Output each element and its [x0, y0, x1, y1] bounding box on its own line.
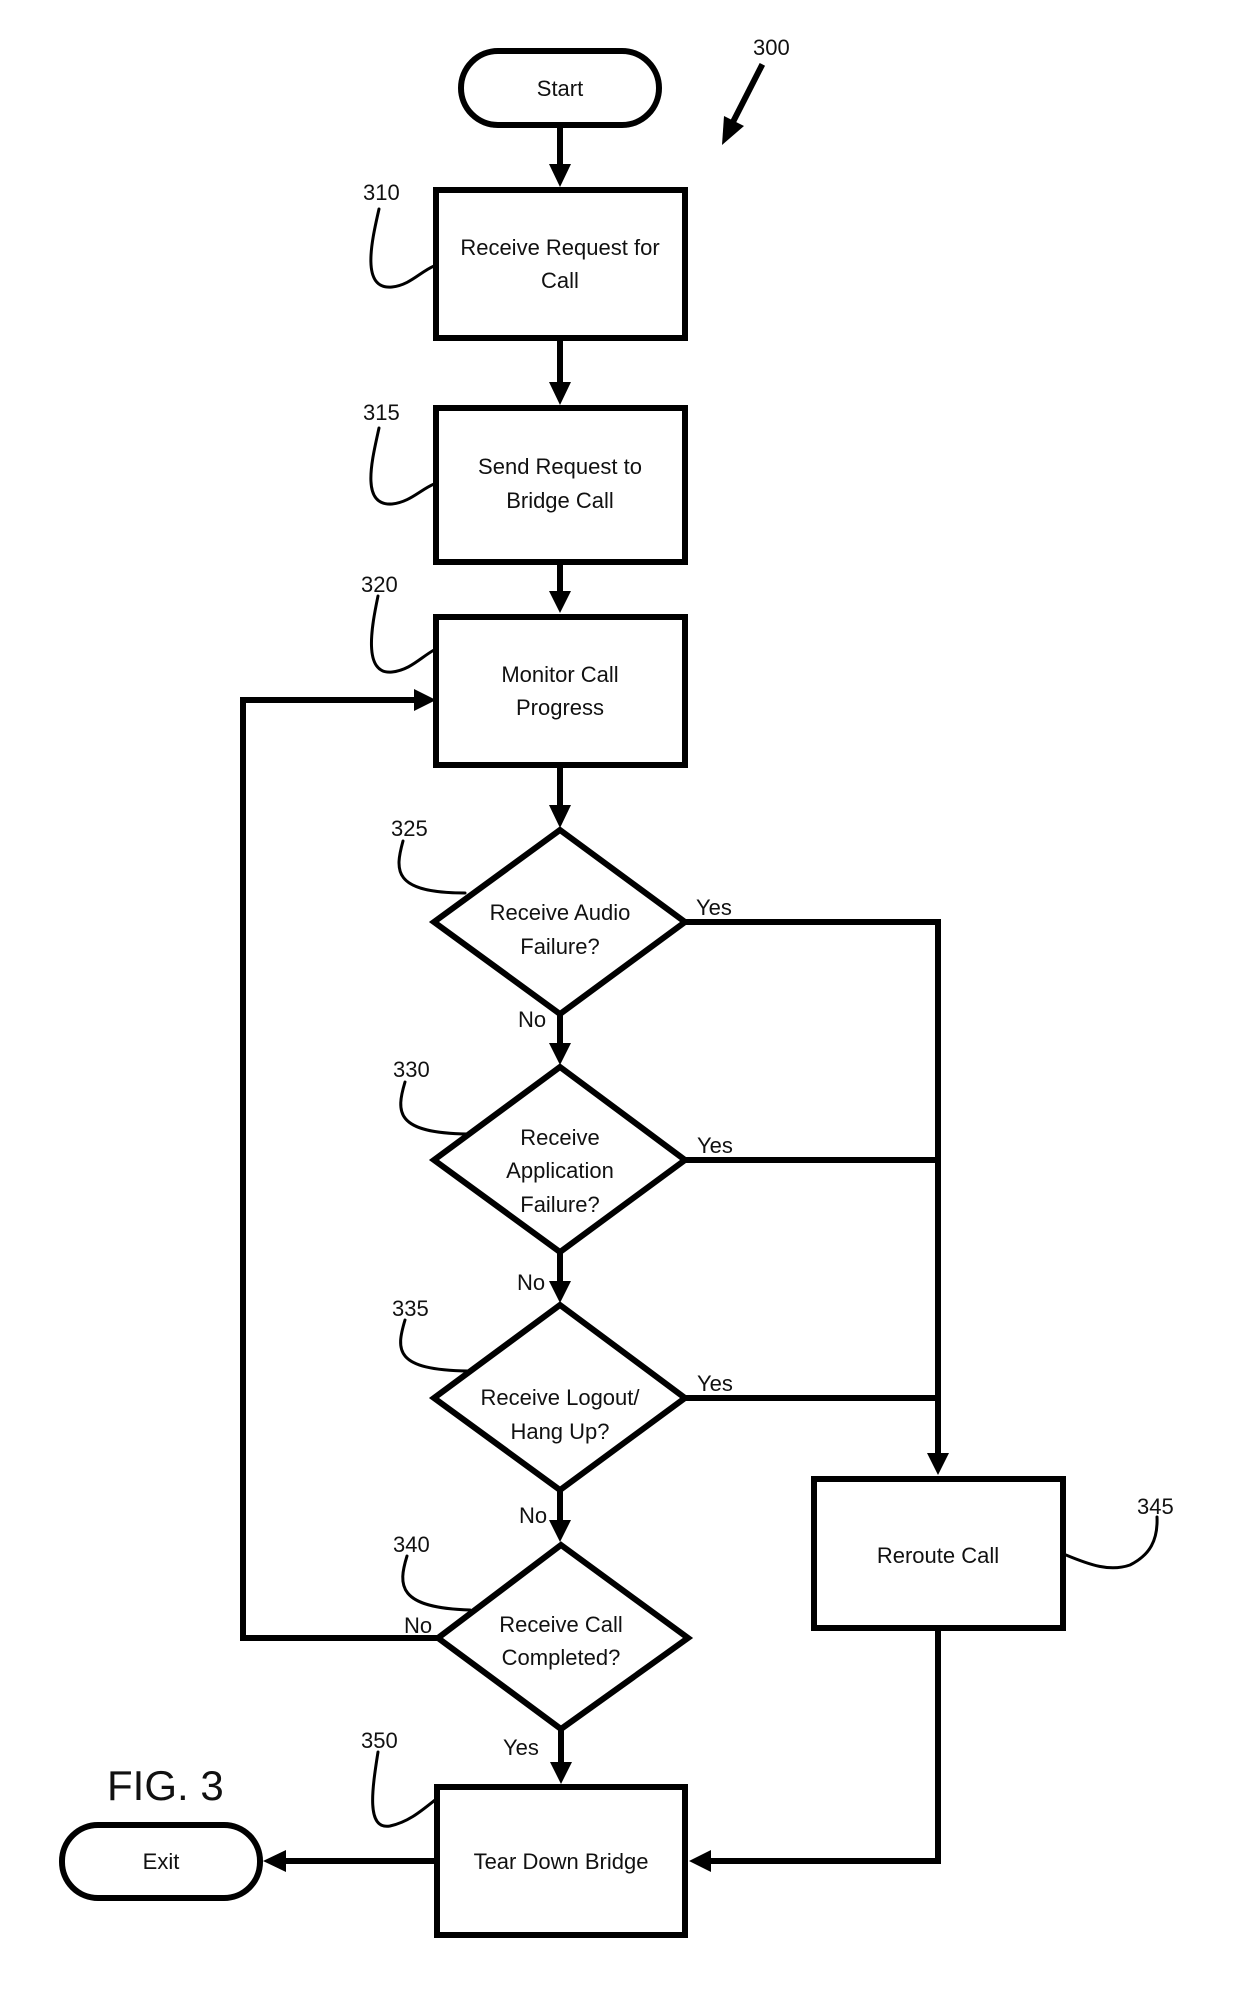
decision-340 — [432, 1541, 694, 1733]
decision-325-line-1: Receive Audio — [490, 900, 631, 925]
process-315-line-1: Send Request to — [478, 454, 642, 479]
process-box-315 — [433, 405, 688, 565]
decision-330-line-2: Application — [506, 1158, 614, 1183]
arrowhead-icon — [927, 1453, 949, 1475]
decision-340-line-1: Receive Call — [499, 1612, 623, 1637]
leader-line-315 — [369, 426, 436, 506]
leader-line-330 — [399, 1080, 469, 1136]
flowchart: 300 Start Receive Request for Call 310 S… — [59, 35, 1174, 1938]
arrowhead-icon — [549, 805, 571, 828]
arrowhead-icon — [549, 591, 571, 613]
no-label-340: No — [404, 1613, 432, 1638]
no-label-330: No — [517, 1270, 545, 1295]
process-box-320 — [433, 614, 688, 768]
decision-325-line-2: Failure? — [520, 934, 599, 959]
arrowhead-icon — [414, 689, 436, 711]
process-box-310 — [433, 187, 688, 341]
arrowhead-icon — [549, 1043, 571, 1065]
arrowhead-icon — [549, 382, 571, 405]
ref-number-320: 320 — [361, 572, 398, 597]
leader-line-350 — [371, 1750, 437, 1828]
ref-number-350: 350 — [361, 1728, 398, 1753]
process-315-line-2: Bridge Call — [506, 488, 614, 513]
ref-number-325: 325 — [391, 816, 428, 841]
leader-line-310 — [369, 207, 436, 289]
yes-label-325: Yes — [696, 895, 732, 920]
decision-335-line-2: Hang Up? — [510, 1419, 609, 1444]
leader-line-325 — [397, 839, 467, 895]
connector-345-350 — [705, 1628, 941, 1864]
arrowhead-icon — [550, 1762, 572, 1784]
yes-label-330: Yes — [697, 1133, 733, 1158]
yes-label-340: Yes — [503, 1735, 539, 1760]
arrowhead-icon — [549, 1281, 571, 1303]
leader-line-340 — [401, 1554, 472, 1612]
start-label: Start — [537, 76, 583, 101]
yes-label-335: Yes — [697, 1371, 733, 1396]
decision-335-line-1: Receive Logout/ — [481, 1385, 641, 1410]
ref-number-345: 345 — [1137, 1494, 1174, 1519]
arrowhead-icon — [549, 1520, 571, 1542]
decision-340-line-2: Completed? — [502, 1645, 621, 1670]
ref-number-335: 335 — [392, 1296, 429, 1321]
leader-line-335 — [399, 1318, 470, 1373]
process-310-line-1: Receive Request for — [460, 235, 659, 260]
decision-330-line-1: Receive — [520, 1125, 599, 1150]
process-345-line-1: Reroute Call — [877, 1543, 999, 1568]
no-label-335: No — [519, 1503, 547, 1528]
process-310-line-2: Call — [541, 268, 579, 293]
ref-number-315: 315 — [363, 400, 400, 425]
process-320-line-1: Monitor Call — [501, 662, 618, 687]
decision-330-line-3: Failure? — [520, 1192, 599, 1217]
leader-line-345 — [1064, 1515, 1159, 1570]
ref-number-340: 340 — [393, 1532, 430, 1557]
exit-label: Exit — [143, 1849, 180, 1874]
process-320-line-2: Progress — [516, 695, 604, 720]
arrowhead-icon — [689, 1850, 711, 1872]
process-350-line-1: Tear Down Bridge — [474, 1849, 649, 1874]
figure-reference-number: 300 — [753, 35, 790, 60]
arrowhead-icon — [549, 164, 571, 187]
figure-label: FIG. 3 — [107, 1762, 224, 1809]
leader-line-320 — [369, 594, 436, 674]
arrowhead-icon — [263, 1850, 286, 1872]
ref-number-310: 310 — [363, 180, 400, 205]
figure-reference-arrow-line — [728, 62, 766, 127]
ref-number-330: 330 — [393, 1057, 430, 1082]
no-label-325: No — [518, 1007, 546, 1032]
